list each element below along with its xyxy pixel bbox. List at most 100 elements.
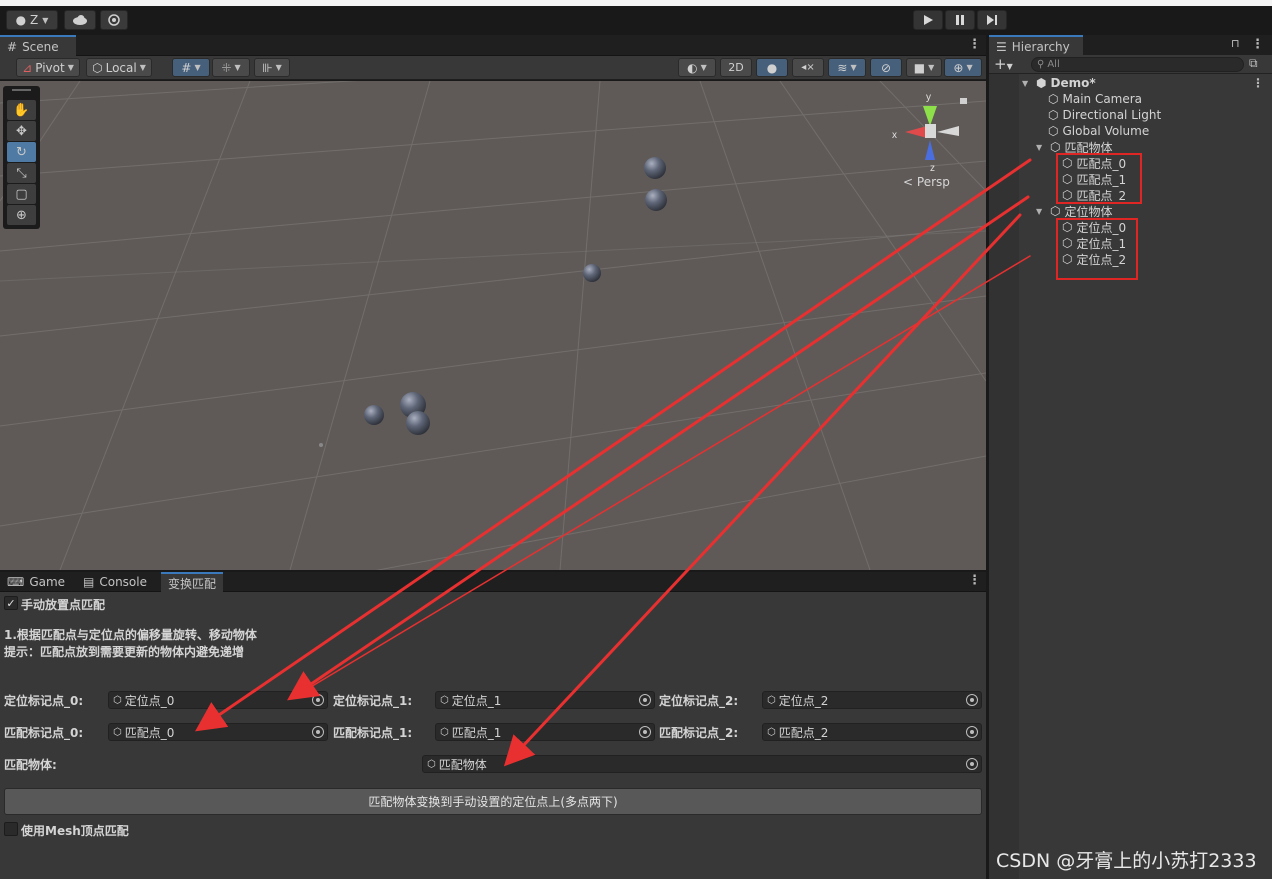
scene-viewport[interactable] — [0, 81, 986, 570]
scene-visibility-icon[interactable]: ⧉ — [1249, 56, 1258, 71]
camera-dropdown[interactable]: ■ ▼ — [906, 58, 942, 77]
add-icon[interactable]: +▼ — [994, 55, 1013, 73]
rect-tool-button[interactable]: ▢ — [7, 184, 36, 204]
layers-icon: ≋ — [837, 60, 848, 75]
cube-icon: ⬡ — [113, 694, 122, 706]
local-dropdown[interactable]: ⬡ Local ▼ — [86, 58, 152, 77]
ruler-button[interactable]: ⊪ ▼ — [254, 58, 290, 77]
match-marker-2-field[interactable]: ⬡ 匹配点_2 — [762, 723, 982, 741]
visibility-toggle[interactable]: ⊘ — [870, 58, 902, 77]
hierarchy-item-label: Directional Light — [1062, 108, 1162, 122]
pivot-label: Pivot — [35, 60, 65, 75]
unity-scene-icon: ⬢ — [1036, 76, 1047, 90]
hand-tool-button[interactable]: ✋ — [7, 100, 36, 120]
sphere-objects[interactable] — [319, 157, 667, 447]
cube-icon: ⬡ — [767, 726, 776, 738]
tab-hierarchy[interactable]: ☰ Hierarchy — [989, 35, 1083, 56]
cube-icon: ⬡ — [440, 726, 449, 738]
rect-icon: ▢ — [15, 186, 28, 202]
rotate-tool-button[interactable]: ↻ — [7, 142, 36, 162]
hierarchy-item[interactable]: ⬡ Main Camera — [1048, 91, 1142, 107]
drag-handle[interactable] — [12, 89, 31, 91]
account-button[interactable]: ● Z ▼ — [6, 10, 58, 30]
bottom-menu-icon[interactable]: ⋮ — [968, 573, 981, 588]
tab-game[interactable]: ⌨ Game — [0, 572, 72, 592]
audio-toggle[interactable]: ◂× — [792, 58, 824, 77]
settings-button[interactable] — [100, 10, 128, 30]
gizmos-dropdown[interactable]: ⊕ ▼ — [944, 58, 982, 77]
match-marker-1-field[interactable]: ⬡ 匹配点_1 — [435, 723, 655, 741]
pivot-dropdown[interactable]: ⊿ Pivot ▼ — [16, 58, 80, 77]
tab-transform-match-label: 变换匹配 — [168, 576, 217, 591]
expand-arrow-icon[interactable]: ▼ — [1036, 207, 1046, 216]
chevron-down-icon: ▼ — [700, 63, 707, 72]
object-picker-icon[interactable] — [639, 726, 651, 738]
scale-tool-button[interactable]: ⤡ — [7, 163, 36, 183]
rotate-icon: ↻ — [16, 144, 27, 160]
scene-item-menu-icon[interactable]: ⋮ — [1252, 76, 1264, 90]
pause-button[interactable] — [945, 10, 975, 30]
lock-icon — [960, 98, 967, 104]
hierarchy-tabbar: ☰ Hierarchy ⊓ ⋮ — [989, 35, 1272, 56]
move-tool-button[interactable]: ✥ — [7, 121, 36, 141]
chevron-down-icon: ▼ — [928, 63, 935, 72]
persp-label[interactable]: < Persp — [903, 175, 950, 189]
tab-scene-label: Scene — [22, 39, 59, 54]
gizmo-z-label: z — [930, 163, 935, 174]
gamepad-icon: ⌨ — [7, 575, 25, 589]
lock-icon[interactable]: ⊓ — [1231, 37, 1240, 50]
tab-console[interactable]: ▤ Console — [76, 572, 154, 592]
locate-marker-2-field[interactable]: ⬡ 定位点_2 — [762, 691, 982, 709]
tab-scene[interactable]: # Scene — [0, 35, 76, 56]
gear-icon — [108, 14, 120, 26]
cloud-button[interactable] — [64, 10, 96, 30]
effects-toggle[interactable]: ≋ ▼ — [828, 58, 866, 77]
tab-hierarchy-label: Hierarchy — [1011, 39, 1070, 54]
manual-toggle-checkbox[interactable]: ✓ — [4, 596, 18, 610]
mode-2d-button[interactable]: 2D — [720, 58, 752, 77]
transform-tool-button[interactable]: ⊕ — [7, 205, 36, 225]
cube-icon: ⬡ — [92, 60, 103, 75]
locate-marker-0-field[interactable]: ⬡ 定位点_0 — [108, 691, 328, 709]
shading-mode-button[interactable]: ◐ ▼ — [678, 58, 716, 77]
play-button[interactable] — [913, 10, 943, 30]
scene-toolbar: ⊿ Pivot ▼ ⬡ Local ▼ # ▼ ⁜ ▼ ⊪ ▼ ◐ ▼ 2D ●… — [0, 56, 986, 80]
scene-root-item[interactable]: ▼ ⬢ Demo* — [1022, 75, 1096, 91]
hierarchy-item[interactable]: ⬡ Directional Light — [1048, 107, 1161, 123]
hierarchy-item[interactable]: ⬡ Global Volume — [1048, 123, 1149, 139]
lightbulb-icon: ● — [766, 60, 778, 75]
hand-icon: ✋ — [13, 102, 30, 118]
lighting-toggle[interactable]: ● — [756, 58, 788, 77]
cube-icon: ⬡ — [1050, 204, 1061, 218]
locate-marker-0-label: 定位标记点_0: — [4, 694, 84, 708]
mesh-toggle-checkbox[interactable] — [4, 822, 18, 836]
object-picker-icon[interactable] — [312, 694, 324, 706]
locate-marker-1-field[interactable]: ⬡ 定位点_1 — [435, 691, 655, 709]
scene-menu-icon[interactable]: ⋮ — [968, 37, 981, 52]
snap-grid-button[interactable]: # ▼ — [172, 58, 210, 77]
object-picker-icon[interactable] — [312, 726, 324, 738]
object-picker-icon[interactable] — [966, 726, 978, 738]
object-picker-icon[interactable] — [966, 694, 978, 706]
chevron-down-icon: ▼ — [275, 63, 282, 72]
object-picker-icon[interactable] — [639, 694, 651, 706]
scene-name: Demo* — [1050, 76, 1096, 90]
transform-to-points-button[interactable]: 匹配物体变换到手动设置的定位点上(多点两下) — [4, 788, 982, 815]
snap-increment-button[interactable]: ⁜ ▼ — [212, 58, 250, 77]
hierarchy-search-input[interactable]: ⚲ All — [1031, 57, 1244, 72]
orientation-gizmo[interactable]: y x z — [885, 88, 975, 188]
shading-sphere-icon: ◐ — [687, 60, 698, 75]
object-picker-icon[interactable] — [966, 758, 978, 770]
step-button[interactable] — [977, 10, 1007, 30]
expand-arrow-icon[interactable]: ▼ — [1036, 143, 1046, 152]
match-marker-0-field[interactable]: ⬡ 匹配点_0 — [108, 723, 328, 741]
hierarchy-item[interactable]: ▼ ⬡ 定位物体 — [1036, 203, 1113, 219]
tab-transform-match[interactable]: 变换匹配 — [161, 572, 224, 592]
expand-arrow-icon[interactable]: ▼ — [1022, 79, 1032, 88]
hierarchy-item-label: Global Volume — [1062, 124, 1150, 138]
hierarchy-menu-icon[interactable]: ⋮ — [1251, 37, 1264, 52]
match-marker-0-value: 匹配点_0 — [124, 725, 175, 740]
chevron-down-icon: ▼ — [966, 63, 973, 72]
match-object-field[interactable]: ⬡ 匹配物体 — [422, 755, 982, 773]
account-label: Z — [30, 13, 39, 27]
